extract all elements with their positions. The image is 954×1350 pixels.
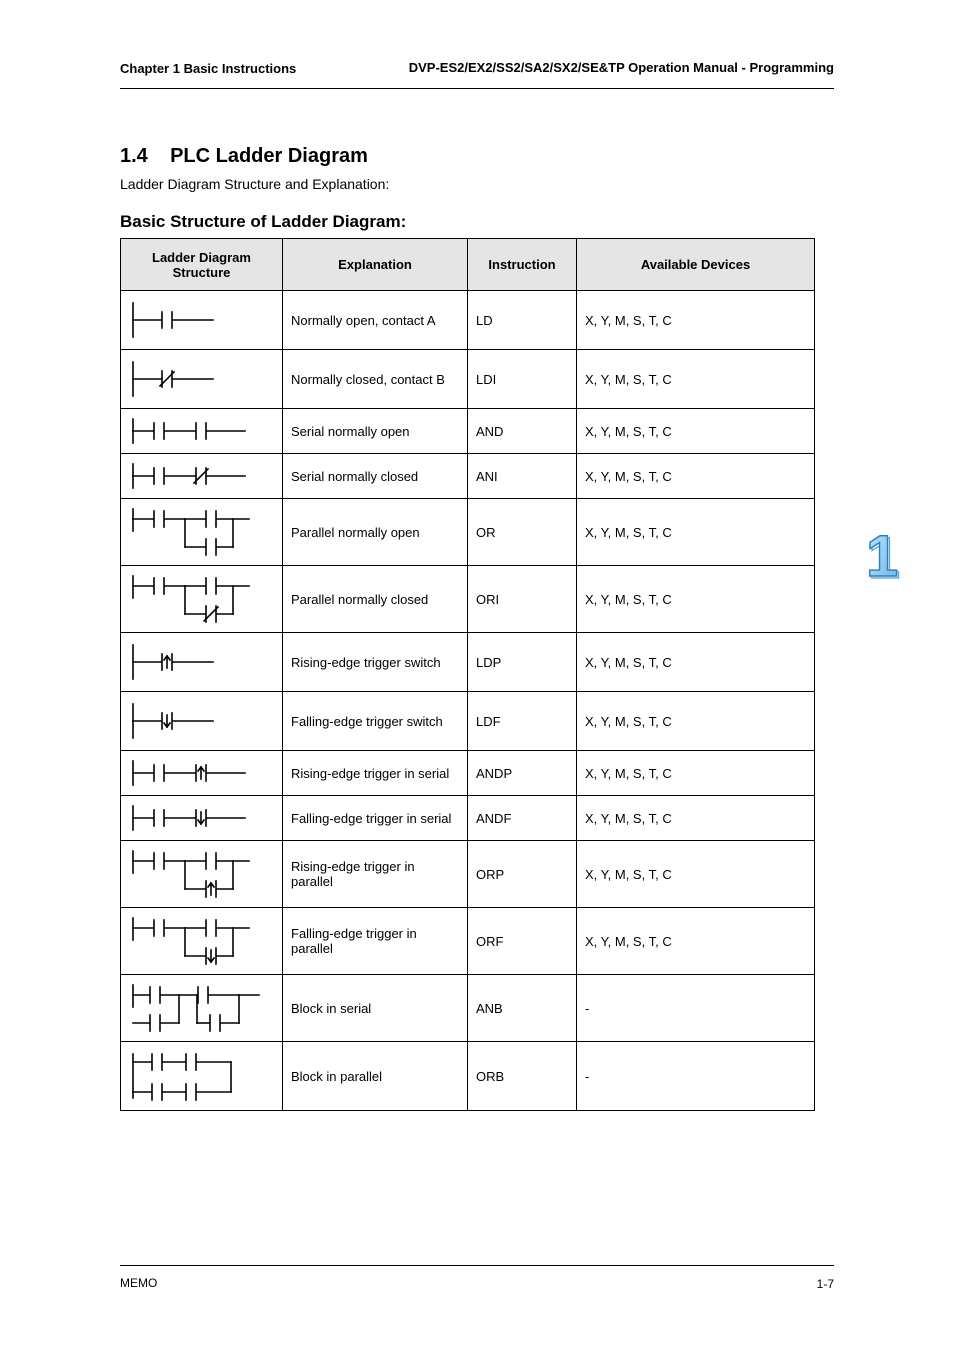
- footer-right: 1-7: [817, 1277, 834, 1291]
- section-number: 1.4: [120, 145, 148, 167]
- table-row: Falling-edge trigger in parallelORFX, Y,…: [121, 908, 815, 975]
- section-title: 1.4 PLC Ladder Diagram: [120, 145, 834, 168]
- header-right-text: DVP-ES2/EX2/SS2/SA2/SX2/SE&TP Operation …: [409, 60, 834, 75]
- th-explanation: Explanation: [283, 239, 468, 291]
- ladder-table: Ladder Diagram Structure Explanation Ins…: [120, 238, 815, 1111]
- ladder-diagram-cell: [121, 908, 283, 975]
- ladder-diagram-cell: [121, 841, 283, 908]
- devices-cell: X, Y, M, S, T, C: [577, 796, 815, 841]
- instruction-cell: ORB: [468, 1042, 577, 1111]
- ladder-diagram-cell: [121, 692, 283, 751]
- devices-cell: X, Y, M, S, T, C: [577, 409, 815, 454]
- instruction-cell: AND: [468, 409, 577, 454]
- table-row: Falling-edge trigger in serialANDFX, Y, …: [121, 796, 815, 841]
- instruction-cell: LDI: [468, 350, 577, 409]
- instruction-cell: ORP: [468, 841, 577, 908]
- explanation-cell: Rising-edge trigger switch: [283, 633, 468, 692]
- devices-cell: X, Y, M, S, T, C: [577, 692, 815, 751]
- instruction-cell: ANDP: [468, 751, 577, 796]
- header-left-text: Chapter 1 Basic Instructions: [120, 61, 296, 76]
- ladder-diagram-cell: [121, 751, 283, 796]
- ladder-diagram-cell: [121, 291, 283, 350]
- instruction-cell: ORF: [468, 908, 577, 975]
- explanation-cell: Serial normally open: [283, 409, 468, 454]
- header-rule: [120, 88, 834, 89]
- devices-cell: X, Y, M, S, T, C: [577, 291, 815, 350]
- explanation-cell: Normally open, contact A: [283, 291, 468, 350]
- ladder-diagram-cell: [121, 350, 283, 409]
- page-header: Chapter 1 Basic Instructions DVP-ES2/EX2…: [120, 60, 834, 78]
- devices-cell: X, Y, M, S, T, C: [577, 908, 815, 975]
- devices-cell: X, Y, M, S, T, C: [577, 350, 815, 409]
- table-row: Parallel normally closedORIX, Y, M, S, T…: [121, 566, 815, 633]
- th-devices: Available Devices: [577, 239, 815, 291]
- table-row: Parallel normally openORX, Y, M, S, T, C: [121, 499, 815, 566]
- explanation-cell: Parallel normally open: [283, 499, 468, 566]
- table-row: Block in parallelORB-: [121, 1042, 815, 1111]
- instruction-cell: ORI: [468, 566, 577, 633]
- th-instruction: Instruction: [468, 239, 577, 291]
- explanation-cell: Rising-edge trigger in serial: [283, 751, 468, 796]
- devices-cell: -: [577, 1042, 815, 1111]
- instruction-cell: LDP: [468, 633, 577, 692]
- table-row: Falling-edge trigger switchLDFX, Y, M, S…: [121, 692, 815, 751]
- table-row: Rising-edge trigger in serialANDPX, Y, M…: [121, 751, 815, 796]
- devices-cell: X, Y, M, S, T, C: [577, 454, 815, 499]
- table-header-row: Ladder Diagram Structure Explanation Ins…: [121, 239, 815, 291]
- devices-cell: X, Y, M, S, T, C: [577, 499, 815, 566]
- devices-cell: -: [577, 975, 815, 1042]
- explanation-cell: Block in serial: [283, 975, 468, 1042]
- ladder-diagram-cell: [121, 409, 283, 454]
- footer-left: MEMO: [120, 1276, 157, 1290]
- page-footer: MEMO 1-7: [120, 1265, 834, 1292]
- devices-cell: X, Y, M, S, T, C: [577, 841, 815, 908]
- th-structure: Ladder Diagram Structure: [121, 239, 283, 291]
- explanation-cell: Falling-edge trigger in serial: [283, 796, 468, 841]
- explanation-cell: Normally closed, contact B: [283, 350, 468, 409]
- ladder-diagram-cell: [121, 499, 283, 566]
- instruction-cell: OR: [468, 499, 577, 566]
- ladder-diagram-cell: [121, 633, 283, 692]
- explanation-cell: Serial normally closed: [283, 454, 468, 499]
- table-row: Serial normally openANDX, Y, M, S, T, C: [121, 409, 815, 454]
- devices-cell: X, Y, M, S, T, C: [577, 751, 815, 796]
- table-row: Normally closed, contact BLDIX, Y, M, S,…: [121, 350, 815, 409]
- table-row: Normally open, contact ALDX, Y, M, S, T,…: [121, 291, 815, 350]
- table-row: Rising-edge trigger in parallelORPX, Y, …: [121, 841, 815, 908]
- svg-text:1: 1: [866, 524, 898, 589]
- explanation-cell: Block in parallel: [283, 1042, 468, 1111]
- table-row: Rising-edge trigger switchLDPX, Y, M, S,…: [121, 633, 815, 692]
- ladder-diagram-cell: [121, 1042, 283, 1111]
- section-lead: Ladder Diagram Structure and Explanation…: [120, 176, 834, 192]
- instruction-cell: LDF: [468, 692, 577, 751]
- instruction-cell: ANDF: [468, 796, 577, 841]
- table-row: Block in serialANB-: [121, 975, 815, 1042]
- chapter-side-number: 1 1: [860, 524, 908, 590]
- table-row: Serial normally closedANIX, Y, M, S, T, …: [121, 454, 815, 499]
- devices-cell: X, Y, M, S, T, C: [577, 566, 815, 633]
- explanation-cell: Falling-edge trigger in parallel: [283, 908, 468, 975]
- ladder-diagram-cell: [121, 566, 283, 633]
- section-sub: Basic Structure of Ladder Diagram:: [120, 212, 834, 232]
- instruction-cell: LD: [468, 291, 577, 350]
- explanation-cell: Rising-edge trigger in parallel: [283, 841, 468, 908]
- ladder-diagram-cell: [121, 796, 283, 841]
- ladder-diagram-cell: [121, 454, 283, 499]
- explanation-cell: Falling-edge trigger switch: [283, 692, 468, 751]
- instruction-cell: ANB: [468, 975, 577, 1042]
- footer-rule: [120, 1265, 834, 1266]
- devices-cell: X, Y, M, S, T, C: [577, 633, 815, 692]
- ladder-diagram-cell: [121, 975, 283, 1042]
- instruction-cell: ANI: [468, 454, 577, 499]
- explanation-cell: Parallel normally closed: [283, 566, 468, 633]
- section-title-text: PLC Ladder Diagram: [170, 145, 368, 167]
